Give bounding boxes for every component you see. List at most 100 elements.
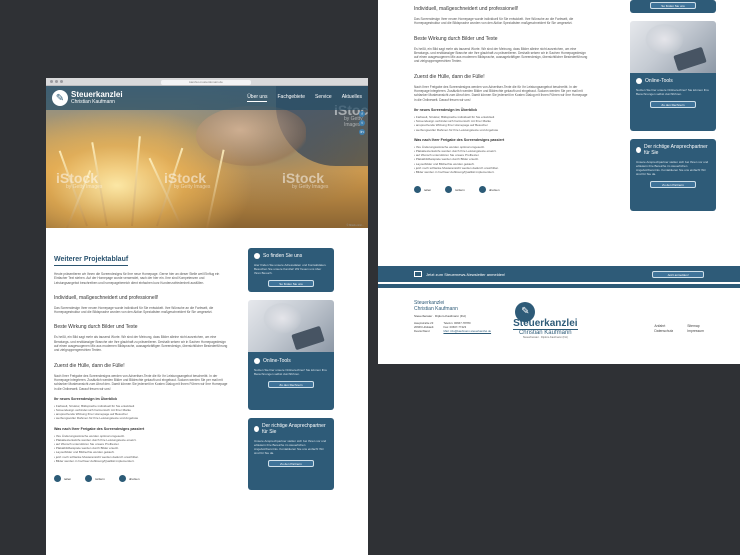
facebook-icon	[54, 475, 61, 483]
sidebar-2: So finden Sie uns Online-Tools Nutzen Si…	[630, 0, 716, 219]
share-twitter[interactable]: twittern	[85, 475, 105, 483]
text-fuelle: Nach Ihrer Freigabe des Screendesigns we…	[54, 373, 228, 391]
heading-freigabe: Was nach Ihrer Freigabe des Screendesign…	[414, 137, 505, 142]
print-icon	[118, 475, 126, 483]
facebook-icon[interactable]: f	[359, 111, 365, 117]
share-bar: teilen twittern drucken	[414, 186, 590, 194]
nav-item-service[interactable]: Service	[315, 94, 332, 102]
list-item: werbungsvoller Rahmen für Ihre Leistungs…	[414, 128, 590, 132]
share-facebook[interactable]: teilen	[414, 186, 431, 194]
browser-titlebar: kanzlei-musterdomain.de	[46, 78, 368, 86]
card-find-us: So finden Sie uns	[630, 0, 716, 13]
watermark: iStockby Getty Images	[56, 170, 103, 190]
print-icon	[478, 186, 486, 194]
main-column: Weiterer Projektablauf Heute präsentiere…	[54, 248, 230, 498]
list-freigabe: Ihre Änderungswünsche werden optimal umg…	[54, 434, 230, 463]
calculator-photo	[630, 21, 716, 73]
mail-icon	[414, 271, 422, 277]
facebook-icon	[414, 186, 421, 194]
linkedin-icon[interactable]: in	[359, 129, 365, 135]
text-wirkung: Es heißt, ein Bild sagt mehr als tausend…	[414, 46, 588, 64]
list-screendesign: Farbwelt, Struktur, Bildsprache individu…	[54, 404, 230, 421]
text-fuelle: Nach Ihrer Freigabe des Screendesigns we…	[414, 84, 588, 102]
footer-subtitle: Steuerberater · Diplom-Kaufmann (FH)	[414, 314, 466, 318]
text-individuell: Das Screendesign Ihrer neuen Homepage wu…	[414, 17, 574, 26]
twitter-icon	[85, 475, 93, 483]
site-footer: Steuerkanzlei Christian Kaufmann Steuerb…	[378, 284, 740, 364]
heading-individuell: Individuell, maßgeschneidert und profess…	[54, 294, 159, 301]
sidebar: So finden Sie uns Hier finden Sie unsere…	[248, 248, 334, 498]
heading-fuelle: Zuerst die Hülle, dann die Fülle!	[54, 362, 125, 369]
hero-image: iStock by Getty Images iStock by Getty Ima…	[46, 86, 368, 228]
share-print[interactable]: drucken	[118, 475, 140, 483]
card-find-us: So finden Sie uns Hier finden Sie unsere…	[248, 248, 334, 292]
browser-window: kanzlei-musterdomain.de iStock by Getty I…	[46, 78, 368, 555]
site-header: ✎ Steuerkanzlei Christian Kaufmann Über …	[46, 86, 368, 110]
footer-logo: ✎ Steuerkanzlei Christian Kaufmann Steue…	[513, 302, 578, 352]
heading-fuelle: Zuerst die Hülle, dann die Fülle!	[414, 73, 485, 80]
main-column-2: Individuell, maßgeschneidert und profess…	[414, 4, 590, 219]
footer-link-datenschutz[interactable]: Datenschutz	[654, 329, 673, 334]
card-online-tools: Online-Tools Nutzen Sie hier unsere Onli…	[248, 352, 334, 410]
tools-button[interactable]: Zu den Rechnern	[268, 381, 314, 388]
watermark: iStockby Getty Images	[164, 170, 211, 190]
list-screendesign: Farbwelt, Struktur, Bildsprache individu…	[414, 115, 590, 132]
main-nav: Über uns Fachgebiete Service Aktuelles	[247, 94, 362, 102]
heading-screendesign: Ihr neues Screendesign im Überblick	[414, 107, 478, 112]
intro-text: Heute präsentieren wir Ihnen die Screend…	[54, 272, 220, 285]
footer-email-link[interactable]: Mail: info@kaufmann-steuerkanzlei.de	[443, 329, 491, 333]
card-contact: Der richtige Ansprechpartner für Sie Uns…	[248, 418, 334, 490]
contact-button[interactable]: Zu den Partnern	[268, 460, 314, 467]
heading-wirkung: Beste Wirkung durch Bilder und Texte	[414, 35, 498, 42]
list-item: werbungsvoller Rahmen für Ihre Leistungs…	[54, 416, 230, 420]
card-contact: Der richtige Ansprechpartner für Sie Uns…	[630, 139, 716, 211]
newsletter-button[interactable]: Jetzt anmelden!	[652, 270, 704, 278]
text-individuell: Das Screendesign Ihrer neuen Homepage wu…	[54, 305, 214, 315]
footer-owner: Christian Kaufmann	[414, 306, 458, 312]
share-facebook[interactable]: teilen	[54, 475, 71, 483]
newsletter-text: Jetzt zum Steuernews-Newsletter anmelden…	[426, 271, 506, 277]
address-bar[interactable]: kanzlei-musterdomain.de	[161, 79, 251, 85]
footer-links: Anfahrt Datenschutz Sitemap Impressum	[654, 300, 704, 352]
footer-link-impressum[interactable]: Impressum	[687, 329, 704, 334]
heading-freigabe: Was nach Ihrer Freigabe des Screendesign…	[54, 426, 145, 431]
tools-button[interactable]: Zu den Rechnern	[650, 101, 696, 108]
nav-item-ueber-uns[interactable]: Über uns	[247, 94, 268, 102]
image-credit: © iStock.com/...	[346, 224, 364, 227]
nav-item-fachgebiete[interactable]: Fachgebiete	[277, 94, 305, 102]
heading-wirkung: Beste Wirkung durch Bilder und Texte	[54, 324, 138, 331]
person-icon	[636, 147, 641, 153]
heading-screendesign: Ihr neues Screendesign im Überblick	[54, 396, 118, 401]
page-continuation: Individuell, maßgeschneidert und profess…	[378, 0, 740, 555]
page-background	[378, 364, 740, 555]
heading-individuell: Individuell, maßgeschneidert und profess…	[414, 6, 519, 12]
share-twitter[interactable]: twittern	[445, 186, 465, 194]
footer-address: Hauptstraße 23 20666 Hildstadt Deutschland	[414, 321, 434, 333]
social-bar: f t in	[359, 111, 365, 135]
share-print[interactable]: drucken	[478, 186, 500, 194]
location-icon	[254, 253, 260, 259]
site-logo[interactable]: ✎ Steuerkanzlei Christian Kaufmann	[52, 90, 123, 106]
list-freigabe: Ihre Änderungswünsche werden optimal umg…	[414, 145, 590, 174]
calculator-icon	[254, 358, 260, 364]
site-owner: Christian Kaufmann	[71, 99, 115, 105]
twitter-icon[interactable]: t	[359, 120, 365, 126]
find-us-button[interactable]: So finden Sie uns	[650, 2, 696, 9]
share-bar: teilen twittern drucken	[54, 475, 230, 483]
calculator-icon	[636, 78, 642, 84]
twitter-icon	[445, 186, 453, 194]
calculator-photo	[248, 300, 334, 352]
list-item: Bilder werden in hochwer Auflösung/Quali…	[414, 170, 590, 174]
contact-button[interactable]: Zu den Partnern	[650, 181, 696, 188]
find-us-button[interactable]: So finden Sie uns	[268, 280, 314, 287]
footer-contact: Telefon: 00667-78780 Fax: 00667-77423 Mai…	[443, 321, 492, 333]
page-title: Weiterer Projektablauf	[54, 256, 129, 266]
card-online-tools: Online-Tools Nutzen Sie hier unsere Onli…	[630, 73, 716, 131]
pen-icon: ✎	[52, 90, 68, 106]
site-name: Steuerkanzlei	[71, 90, 123, 99]
nav-item-aktuelles[interactable]: Aktuelles	[342, 94, 362, 102]
newsletter-banner: Jetzt zum Steuernews-Newsletter anmelden…	[378, 266, 740, 282]
window-controls[interactable]	[50, 80, 63, 83]
person-icon	[254, 426, 259, 432]
text-wirkung: Es heißt, ein Bild sagt mehr als tausend…	[54, 335, 228, 353]
